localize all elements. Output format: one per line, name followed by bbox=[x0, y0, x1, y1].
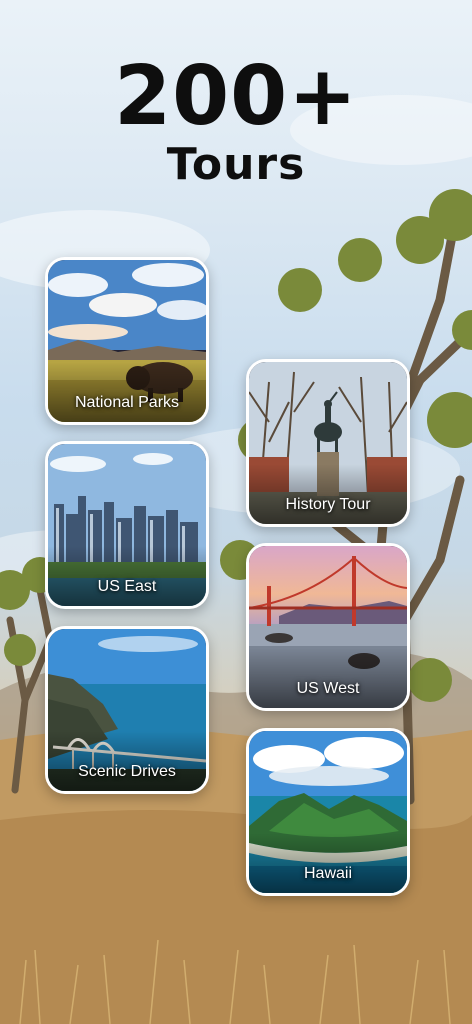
tour-card-label: Hawaii bbox=[303, 865, 352, 882]
tour-card-label: National Parks bbox=[74, 394, 180, 411]
tour-card-label: US East bbox=[97, 578, 157, 595]
tour-card-national-parks[interactable]: National Parks bbox=[45, 257, 209, 425]
tour-card-history-tour[interactable]: History Tour bbox=[246, 359, 410, 527]
tour-card-us-west[interactable]: US West bbox=[246, 543, 410, 711]
tour-card-label: Scenic Drives bbox=[78, 763, 176, 780]
tour-card-label: History Tour bbox=[285, 496, 371, 513]
tours-subheading: Tours bbox=[166, 139, 306, 190]
tour-card-us-east[interactable]: US East bbox=[45, 441, 209, 609]
tour-card-hawaii[interactable]: Hawaii bbox=[246, 728, 410, 896]
tour-card-scenic-drives[interactable]: Scenic Drives bbox=[45, 626, 209, 794]
tour-count-heading: 200+ bbox=[114, 49, 358, 144]
tour-card-label: US West bbox=[296, 680, 360, 697]
